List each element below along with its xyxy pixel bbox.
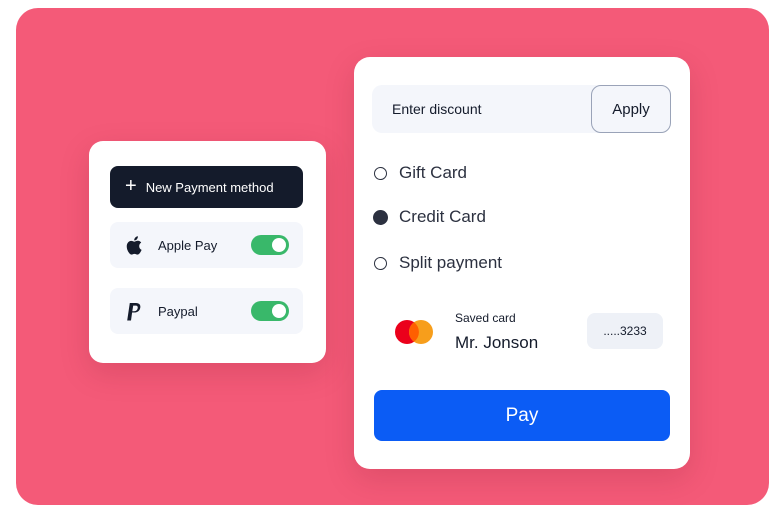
new-payment-method-label: New Payment method [145, 179, 274, 195]
apply-button[interactable]: Apply [591, 85, 671, 133]
card-number-masked: .....3233 [587, 313, 663, 349]
apple-pay-label: Apple Pay [158, 237, 218, 253]
option-label: Split payment [399, 253, 502, 272]
paypal-icon [124, 301, 144, 321]
plus-icon: + [125, 175, 137, 197]
option-gift-card[interactable]: Gift Card [374, 161, 467, 185]
new-payment-method-button[interactable]: + New Payment method [110, 166, 303, 208]
radio-unchecked-icon [374, 166, 387, 180]
saved-card[interactable]: Saved card Mr. Jonson .....3233 [372, 295, 671, 367]
method-row-apple-pay[interactable]: Apple Pay [110, 222, 303, 268]
apple-pay-toggle[interactable] [251, 235, 289, 255]
option-split-payment[interactable]: Split payment [374, 251, 502, 275]
pay-button[interactable]: Pay [374, 390, 670, 441]
radio-checked-icon [373, 209, 388, 225]
radio-unchecked-icon [374, 256, 387, 270]
saved-card-label: Saved card [455, 311, 516, 325]
method-row-paypal[interactable]: Paypal [110, 288, 303, 334]
paypal-toggle[interactable] [251, 301, 289, 321]
checkout-card: Apply Gift Card Credit Card Split paymen… [354, 57, 690, 469]
card-holder-name: Mr. Jonson [455, 333, 539, 352]
option-credit-card[interactable]: Credit Card [373, 205, 486, 229]
paypal-label: Paypal [158, 303, 198, 319]
option-label: Gift Card [399, 163, 468, 182]
apple-icon [124, 235, 144, 255]
discount-row: Apply [372, 85, 671, 133]
mastercard-icon [395, 320, 433, 344]
payment-methods-card: + New Payment method Apple Pay Paypal [89, 141, 326, 363]
discount-input[interactable] [372, 85, 582, 133]
option-label: Credit Card [399, 207, 486, 226]
